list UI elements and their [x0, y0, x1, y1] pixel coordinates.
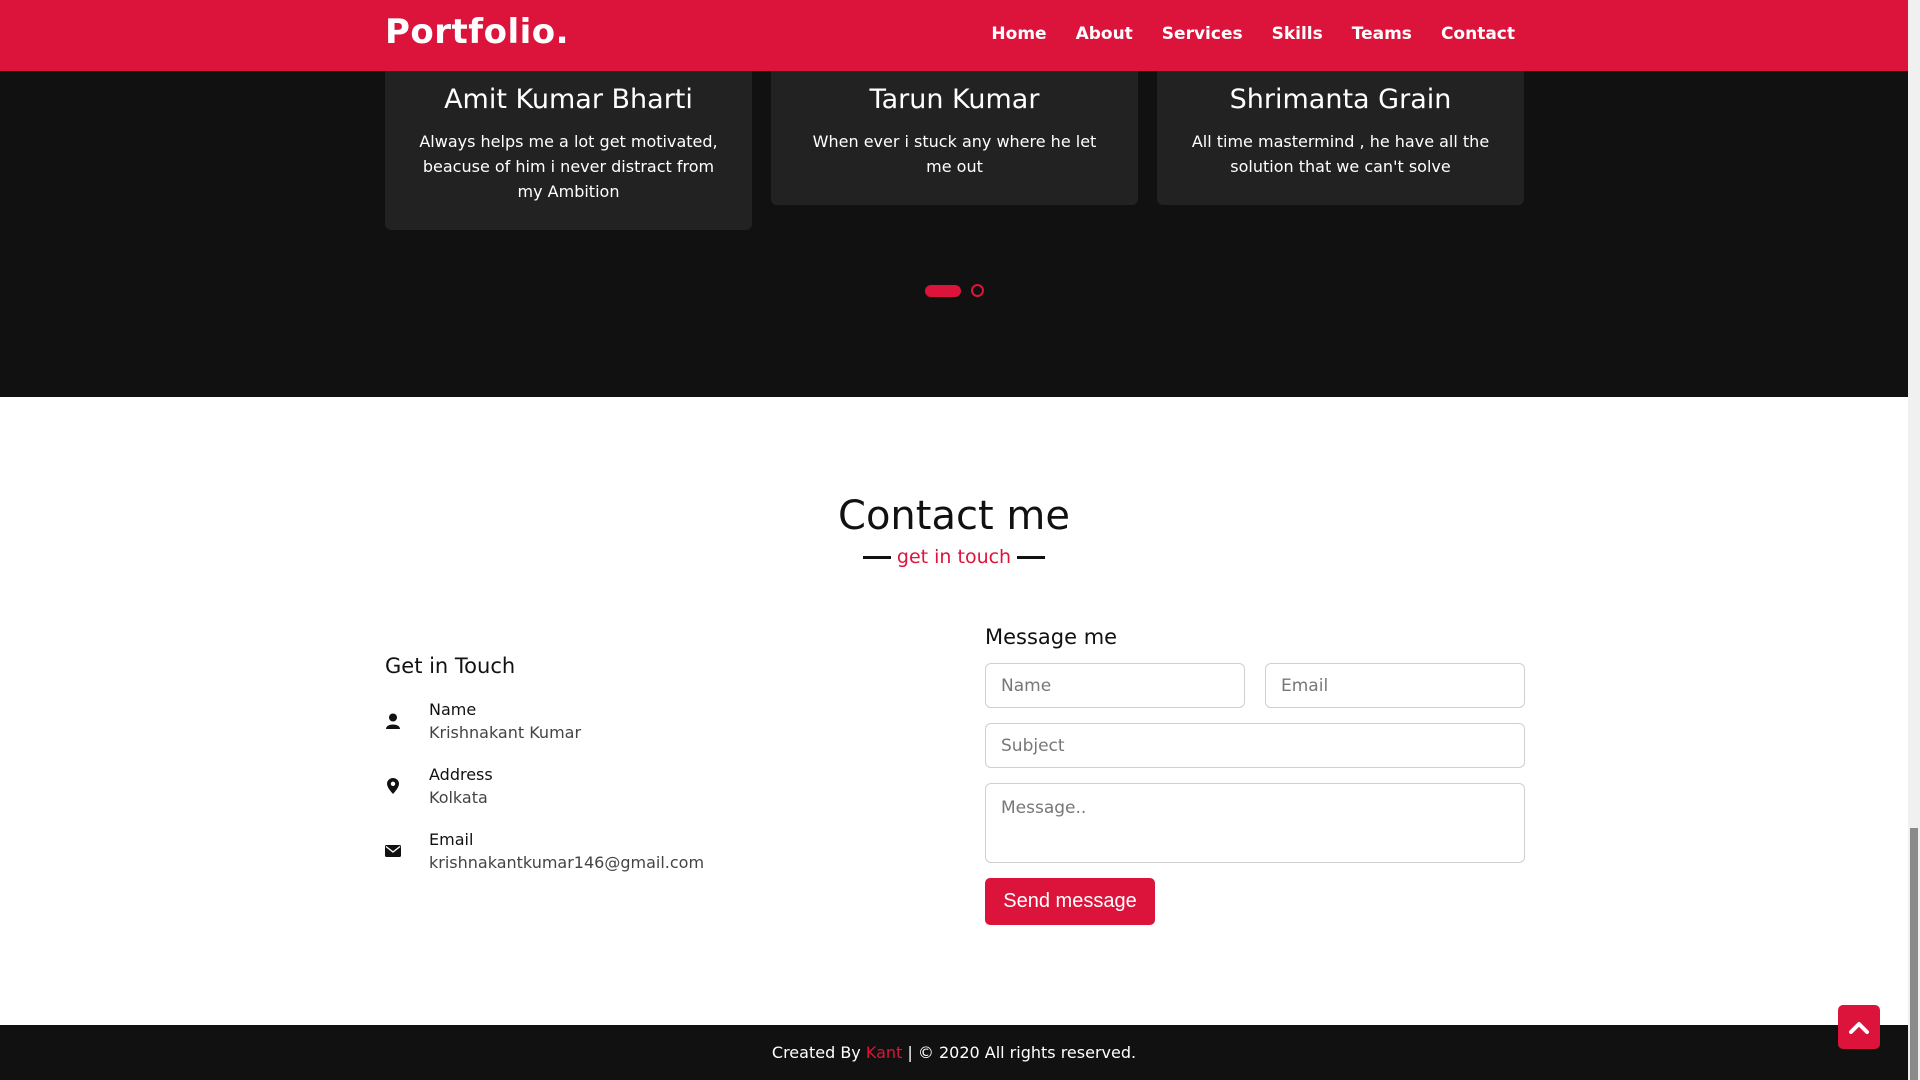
- team-member-name: Shrimanta Grain: [1229, 84, 1452, 115]
- contact-title: Contact me: [838, 493, 1070, 539]
- nav-link-about[interactable]: About: [1076, 24, 1133, 44]
- carousel-dot-active[interactable]: [925, 284, 961, 297]
- nav-link-teams[interactable]: Teams: [1352, 24, 1412, 44]
- team-member-name: Amit Kumar Bharti: [444, 84, 693, 115]
- chevron-up-icon: [1849, 1022, 1869, 1034]
- scrollbar[interactable]: [1908, 0, 1920, 1080]
- nav-link-contact[interactable]: Contact: [1441, 24, 1515, 44]
- scrollbar-thumb[interactable]: [1910, 828, 1918, 1080]
- subject-field[interactable]: [985, 723, 1525, 768]
- user-icon: [385, 713, 401, 729]
- name-field[interactable]: [985, 663, 1245, 708]
- nav-link-services[interactable]: Services: [1162, 24, 1243, 44]
- nav-link-skills[interactable]: Skills: [1272, 24, 1323, 44]
- contact-subtitle: get in touch: [0, 546, 1908, 568]
- info-row-name: Name Krishnakant Kumar: [385, 700, 581, 742]
- info-value: Kolkata: [429, 788, 488, 807]
- footer-copyright: | © 2020 All rights reserved.: [907, 1043, 1137, 1062]
- send-message-button[interactable]: Send message: [985, 878, 1155, 925]
- nav-link-home[interactable]: Home: [991, 24, 1046, 44]
- info-row-address: Address Kolkata: [385, 765, 493, 807]
- team-member-text: Always helps me a lot get motivated, bea…: [419, 132, 718, 201]
- email-field[interactable]: [1265, 663, 1525, 708]
- info-label: Address: [429, 765, 493, 784]
- info-label: Email: [429, 830, 474, 849]
- carousel-dots: [925, 284, 984, 297]
- carousel-dot[interactable]: [971, 284, 984, 297]
- footer-prefix: Created By: [771, 1043, 861, 1062]
- info-row-email: Email krishnakantkumar146@gmail.com: [385, 830, 704, 872]
- footer: Created By Kant | © 2020 All rights rese…: [0, 1025, 1908, 1080]
- team-member-text: All time mastermind , he have all the so…: [1191, 132, 1490, 176]
- logo[interactable]: Portfolio.: [385, 12, 569, 52]
- nav-menu: Home About Services Skills Teams Contact: [991, 24, 1515, 44]
- team-member-name: Tarun Kumar: [869, 84, 1040, 115]
- map-marker-icon: [385, 778, 401, 794]
- footer-brand-link[interactable]: Kant: [866, 1043, 902, 1062]
- get-in-touch-title: Get in Touch: [385, 654, 516, 678]
- scroll-to-top-button[interactable]: [1838, 1005, 1880, 1049]
- team-member-text: When ever i stuck any where he let me ou…: [812, 132, 1097, 176]
- divider: [862, 556, 891, 559]
- message-me-title: Message me: [985, 625, 1118, 649]
- navbar: Portfolio. Home About Services Skills Te…: [0, 0, 1908, 71]
- message-field[interactable]: [985, 783, 1525, 863]
- info-value: krishnakantkumar146@gmail.com: [429, 853, 705, 872]
- info-value: Krishnakant Kumar: [429, 723, 582, 742]
- info-label: Name: [429, 700, 477, 719]
- envelope-icon: [385, 843, 401, 859]
- contact-subtitle-text: get in touch: [896, 546, 1012, 568]
- divider: [1017, 556, 1046, 559]
